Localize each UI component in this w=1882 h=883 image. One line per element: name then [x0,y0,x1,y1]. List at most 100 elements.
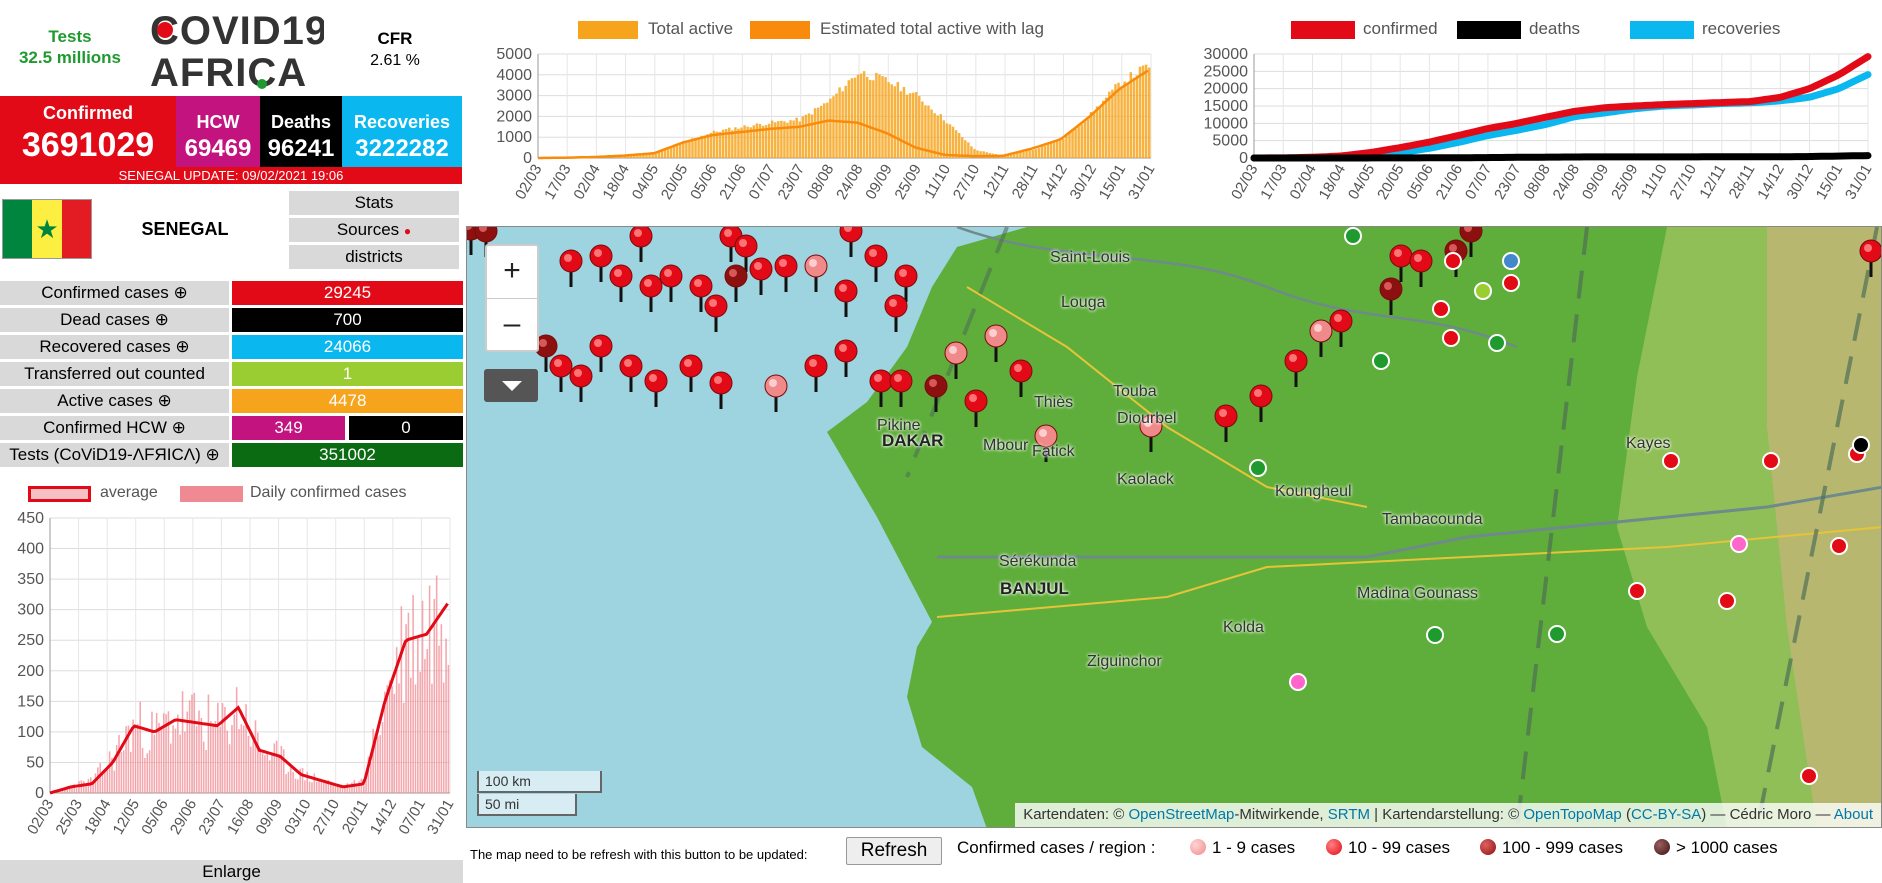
active-bar [1065,135,1068,158]
daily-bar [104,769,106,793]
marker-highlight [1864,244,1872,252]
zoom-out-button[interactable]: – [487,298,537,350]
daily-bar [217,702,219,793]
stats-button[interactable]: Stats [289,191,459,215]
legend-label-total-active[interactable]: Total active [648,19,733,39]
active-bar [1089,111,1093,158]
active-bar [893,86,897,158]
sources-button[interactable]: Sources ● [289,218,459,242]
marker-highlight [754,262,762,270]
legend-swatch-recoveries[interactable] [1630,21,1694,39]
legend-swatch-deaths[interactable] [1457,21,1521,39]
daily-bar [195,726,198,793]
marker-dot-icon [1762,452,1780,470]
marker-highlight [634,229,642,237]
legend-label-lag[interactable]: Estimated total active with lag [820,19,1044,39]
about-link[interactable]: About [1834,806,1873,823]
legend-label-average[interactable]: average [100,484,158,502]
attribution-text: -Mitwirkende, [1234,806,1324,823]
kpi-hcw: HCW 69469 [176,96,260,170]
stat-row-recovered[interactable]: Recovered cases ⊕ 24066 [0,335,463,359]
active-bar [884,77,887,158]
refresh-button[interactable]: Refresh [846,837,942,865]
marker-pin-icon [889,369,913,393]
map-attribution: Kartendaten: © OpenStreetMap-Mitwirkende… [1015,803,1881,827]
map-background[interactable] [467,227,1882,828]
x-tick-label: 23/07 [775,162,808,203]
star-icon: ★ [35,214,59,244]
daily-bar [273,743,276,793]
daily-bar [200,717,203,793]
stat-row-confirmed[interactable]: Confirmed cases ⊕ 29245 [0,281,463,305]
daily-bar [442,682,445,793]
kpi-hcw-value: 69469 [184,135,252,162]
x-tick-label: 04/05 [1345,162,1378,203]
daily-bar [377,736,379,793]
marker-pin-icon [644,369,668,393]
stat-label-tests: Tests (CoViD19-ΛFЯICΛ) ⊕ [0,443,229,467]
license-link[interactable]: CC-BY-SA [1631,806,1701,823]
daily-bar [245,704,247,793]
active-bar [1105,97,1108,158]
stat-value-hcw-deaths: 0 [349,416,463,440]
legend-swatch-average[interactable] [28,486,91,502]
marker-highlight [809,259,817,267]
stat-row-tests[interactable]: Tests (CoViD19-ΛFЯICΛ) ⊕ 351002 [0,443,463,467]
stat-row-dead[interactable]: Dead cases ⊕ 700 [0,308,463,332]
x-tick-label: 24/08 [833,162,866,203]
legend-swatch-daily[interactable] [180,486,243,502]
active-bar [1138,66,1142,158]
daily-bar [362,786,365,793]
marker-pin-icon [639,274,663,298]
daily-bar [433,599,436,793]
city-label: Koungheul [1275,483,1352,500]
marker-pin-icon [774,254,798,278]
osm-link[interactable]: OpenStreetMap [1129,806,1235,823]
daily-bar [304,780,306,793]
marker-pin-icon [619,354,643,378]
legend-label-daily[interactable]: Daily confirmed cases [250,484,407,502]
y-tick-label: 300 [17,602,44,619]
daily-bar [186,711,189,793]
legend-label-recoveries[interactable]: recoveries [1702,19,1780,39]
stat-value-recovered: 24066 [232,335,463,359]
daily-bar [275,740,278,793]
legend-swatch-lag[interactable] [750,21,810,39]
opentopomap-link[interactable]: OpenTopoMap [1523,806,1621,823]
districts-button[interactable]: districts [289,245,459,269]
map-view[interactable]: Saint-Louis Louga Thiès Touba Diourbel D… [466,226,1882,828]
legend-label-confirmed[interactable]: confirmed [1363,19,1438,39]
active-bar [847,80,851,158]
kpi-recoveries-label: Recoveries [353,112,451,132]
legend-swatch-confirmed[interactable] [1291,21,1355,39]
marker-highlight [1014,364,1022,372]
active-bar [835,93,838,158]
marker-dot-icon [1830,537,1848,555]
stat-row-hcw[interactable]: Confirmed HCW ⊕ 349 0 [0,416,463,440]
stat-row-active[interactable]: Active cases ⊕ 4478 [0,389,463,413]
city-label: Sérékunda [999,553,1077,570]
legend-label-deaths[interactable]: deaths [1529,19,1580,39]
marker-pin-icon [1329,309,1353,333]
x-tick-label: 28/11 [1726,162,1759,202]
marker-highlight [664,269,672,277]
marker-highlight [539,339,547,347]
daily-bar [238,729,240,793]
marker-highlight [969,394,977,402]
legend-swatch-total-active[interactable] [578,21,638,39]
daily-bar [191,694,193,793]
marker-pin-icon [689,274,713,298]
x-tick-label: 30/12 [1067,162,1100,203]
enlarge-button[interactable]: Enlarge [0,860,463,883]
districts-button-label: districts [345,247,403,266]
zoom-in-button[interactable]: + [487,246,537,298]
x-tick-label: 11/10 [921,161,954,201]
srtm-link[interactable]: SRTM [1328,806,1370,823]
daily-bar [355,786,358,793]
marker-dot-icon [1442,329,1460,347]
marker-pin-icon [894,264,918,288]
cfr-summary: CFR 2.61 % [340,28,450,71]
left-panel: Tests 32.5 millions COVID19 AFRICA CFR 2… [0,0,465,883]
stat-value-transferred: 1 [232,362,463,386]
layers-toggle-button[interactable] [484,369,538,402]
